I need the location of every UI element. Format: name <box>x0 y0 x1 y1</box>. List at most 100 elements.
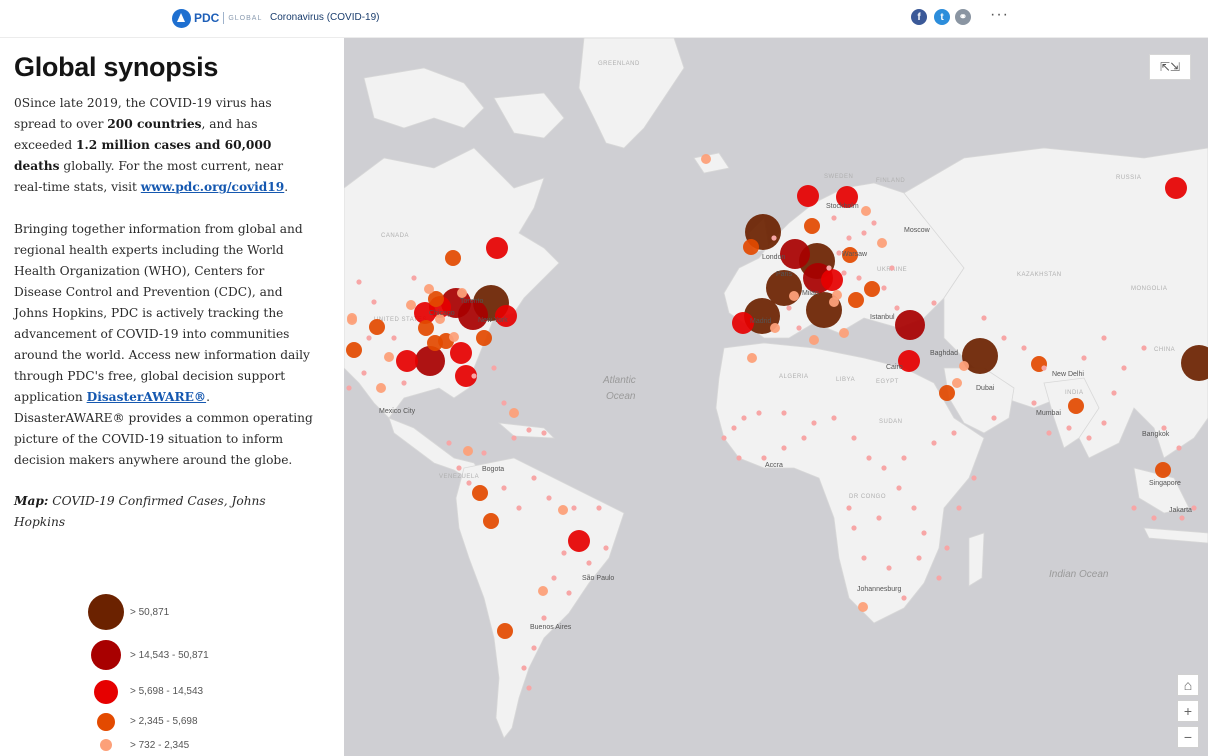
case-bubble[interactable] <box>558 505 568 515</box>
case-bubble[interactable] <box>424 284 434 294</box>
case-bubble[interactable] <box>415 346 445 376</box>
case-bubble[interactable] <box>486 237 508 259</box>
case-dot[interactable] <box>1151 515 1157 521</box>
case-bubble[interactable] <box>839 328 849 338</box>
case-bubble[interactable] <box>895 310 925 340</box>
case-dot[interactable] <box>796 325 802 331</box>
case-dot[interactable] <box>1081 355 1087 361</box>
case-dot[interactable] <box>1191 505 1197 511</box>
case-dot[interactable] <box>541 615 547 621</box>
case-dot[interactable] <box>731 425 737 431</box>
case-dot[interactable] <box>851 435 857 441</box>
case-bubble[interactable] <box>1068 398 1084 414</box>
case-dot[interactable] <box>781 410 787 416</box>
case-bubble[interactable] <box>396 350 418 372</box>
case-dot[interactable] <box>861 230 867 236</box>
case-dot[interactable] <box>391 335 397 341</box>
case-dot[interactable] <box>1046 430 1052 436</box>
case-dot[interactable] <box>1141 345 1147 351</box>
case-dot[interactable] <box>491 365 497 371</box>
case-dot[interactable] <box>761 455 767 461</box>
zoom-out-button[interactable]: − <box>1177 726 1199 748</box>
case-dot[interactable] <box>346 385 352 391</box>
case-dot[interactable] <box>971 475 977 481</box>
case-bubble[interactable] <box>848 292 864 308</box>
case-dot[interactable] <box>951 430 957 436</box>
case-dot[interactable] <box>1121 365 1127 371</box>
link-icon[interactable]: ⚭ <box>955 9 971 25</box>
case-dot[interactable] <box>856 275 862 281</box>
case-dot[interactable] <box>521 665 527 671</box>
case-bubble[interactable] <box>858 602 868 612</box>
case-dot[interactable] <box>956 505 962 511</box>
case-dot[interactable] <box>981 315 987 321</box>
case-dot[interactable] <box>881 285 887 291</box>
case-dot[interactable] <box>586 560 592 566</box>
case-bubble[interactable] <box>538 586 548 596</box>
case-dot[interactable] <box>1111 390 1117 396</box>
case-dot[interactable] <box>886 565 892 571</box>
case-bubble[interactable] <box>864 281 880 297</box>
case-dot[interactable] <box>771 235 777 241</box>
case-bubble[interactable] <box>457 288 467 298</box>
case-dot[interactable] <box>911 505 917 511</box>
case-dot[interactable] <box>811 420 817 426</box>
case-dot[interactable] <box>721 435 727 441</box>
case-dot[interactable] <box>356 279 362 285</box>
case-bubble[interactable] <box>743 239 759 255</box>
case-bubble[interactable] <box>346 342 362 358</box>
world-map[interactable]: Atlantic Ocean Indian Ocean GREENLAND CA… <box>344 38 1208 756</box>
case-dot[interactable] <box>1086 435 1092 441</box>
case-dot[interactable] <box>361 370 367 376</box>
case-dot[interactable] <box>781 445 787 451</box>
case-bubble[interactable] <box>483 513 499 529</box>
case-dot[interactable] <box>861 555 867 561</box>
case-dot[interactable] <box>836 250 842 256</box>
case-dot[interactable] <box>991 415 997 421</box>
case-bubble[interactable] <box>939 385 955 401</box>
case-bubble[interactable] <box>369 319 385 335</box>
case-bubble[interactable] <box>770 323 780 333</box>
case-dot[interactable] <box>871 220 877 226</box>
case-dot[interactable] <box>531 475 537 481</box>
case-bubble[interactable] <box>449 332 459 342</box>
case-dot[interactable] <box>931 440 937 446</box>
case-dot[interactable] <box>603 545 609 551</box>
case-bubble[interactable] <box>959 361 969 371</box>
case-dot[interactable] <box>851 525 857 531</box>
zoom-in-button[interactable]: + <box>1177 700 1199 722</box>
case-dot[interactable] <box>546 495 552 501</box>
case-dot[interactable] <box>366 335 372 341</box>
case-dot[interactable] <box>901 595 907 601</box>
case-bubble[interactable] <box>450 342 472 364</box>
case-dot[interactable] <box>531 645 537 651</box>
case-bubble[interactable] <box>952 378 962 388</box>
case-dot[interactable] <box>826 265 832 271</box>
case-bubble[interactable] <box>1155 462 1171 478</box>
case-bubble[interactable] <box>701 154 711 164</box>
case-bubble[interactable] <box>861 206 871 216</box>
case-dot[interactable] <box>446 440 452 446</box>
home-button[interactable]: ⌂ <box>1177 674 1199 696</box>
case-bubble[interactable] <box>347 315 357 325</box>
case-bubble[interactable] <box>821 269 843 291</box>
case-dot[interactable] <box>786 305 792 311</box>
case-dot[interactable] <box>1041 365 1047 371</box>
case-dot[interactable] <box>894 305 900 311</box>
case-bubble[interactable] <box>418 320 434 336</box>
pdc-covid-link[interactable]: www.pdc.org/covid19 <box>141 180 284 194</box>
case-dot[interactable] <box>471 373 477 379</box>
case-bubble[interactable] <box>789 291 799 301</box>
case-dot[interactable] <box>801 435 807 441</box>
case-bubble[interactable] <box>406 300 416 310</box>
case-dot[interactable] <box>571 505 577 511</box>
case-dot[interactable] <box>1031 400 1037 406</box>
case-dot[interactable] <box>931 300 937 306</box>
case-dot[interactable] <box>831 215 837 221</box>
case-bubble[interactable] <box>804 218 820 234</box>
case-dot[interactable] <box>481 450 487 456</box>
case-dot[interactable] <box>736 455 742 461</box>
case-dot[interactable] <box>1066 425 1072 431</box>
case-dot[interactable] <box>1101 335 1107 341</box>
case-dot[interactable] <box>596 505 602 511</box>
